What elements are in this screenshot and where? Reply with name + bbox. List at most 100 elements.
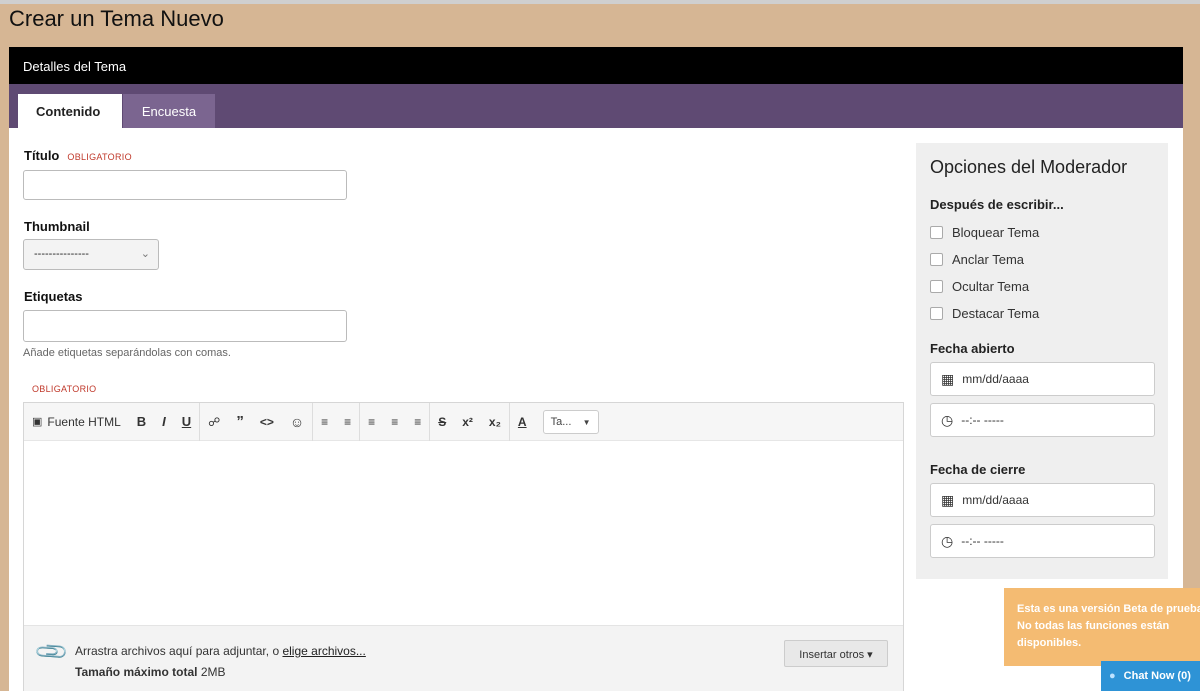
open-date-placeholder: mm/dd/aaaa [962, 372, 1029, 386]
link-button[interactable]: ☍ [200, 403, 228, 441]
source-html-label: Fuente HTML [47, 414, 121, 429]
close-date-label: Fecha de cierre [930, 462, 1026, 477]
quote-button[interactable]: ” [228, 403, 252, 441]
attach-text: Arrastra archivos aquí para adjuntar, o [75, 644, 280, 658]
page-title: Crear un Tema Nuevo [9, 6, 224, 31]
paperclip-icon: 📎 [32, 633, 70, 671]
clock-icon: ◷ [941, 411, 954, 428]
font-size-select[interactable]: Ta... ▼ [542, 409, 599, 434]
emoji-button[interactable]: ☺ [282, 403, 312, 441]
strikethrough-icon: S [438, 414, 447, 429]
numbered-list-icon: ≡ [344, 414, 352, 429]
align-right-button[interactable]: ≡ [406, 403, 429, 441]
top-border [0, 0, 1200, 4]
tab-encuesta[interactable]: Encuesta [123, 94, 215, 128]
tags-label: Etiquetas [24, 289, 83, 304]
smiley-icon: ☺ [289, 413, 305, 430]
pin-topic-label: Anclar Tema [952, 252, 1025, 267]
calendar-icon: ▦ [941, 491, 955, 508]
title-label-text: Título [24, 148, 60, 163]
clock-icon: ◷ [941, 532, 954, 549]
numbered-list-button[interactable]: ≡ [336, 403, 359, 441]
text-color-icon: A [517, 414, 527, 429]
lock-topic-option[interactable]: Bloquear Tema [930, 225, 1039, 240]
hide-topic-option[interactable]: Ocultar Tema [930, 279, 1029, 294]
close-time-input[interactable]: ◷ --:-- ----- [930, 524, 1155, 558]
beta-notice: Esta es una versión Beta de prueba. No t… [1004, 588, 1200, 666]
feature-topic-label: Destacar Tema [952, 306, 1040, 321]
hide-topic-label: Ocultar Tema [952, 279, 1030, 294]
feature-topic-option[interactable]: Destacar Tema [930, 306, 1039, 321]
thumbnail-label: Thumbnail [24, 219, 90, 234]
source-icon: ▣ [32, 416, 43, 428]
bold-icon: B [136, 414, 147, 429]
title-required-tag: OBLIGATORIO [67, 152, 132, 162]
align-center-icon: ≡ [391, 414, 399, 429]
insert-other-button[interactable]: Insertar otros ▾ [784, 640, 888, 667]
tags-input[interactable] [23, 310, 347, 342]
checkbox[interactable] [930, 226, 943, 239]
open-time-input[interactable]: ◷ --:-- ----- [930, 403, 1155, 437]
pin-topic-option[interactable]: Anclar Tema [930, 252, 1024, 267]
subscript-button[interactable]: x₂ [481, 403, 509, 441]
chevron-down-icon: ⌄ [140, 248, 150, 260]
tab-bar: Contenido Encuesta [9, 84, 1183, 128]
thumbnail-select[interactable]: --------------- ⌄ [23, 239, 159, 270]
align-left-button[interactable]: ≡ [360, 403, 383, 441]
close-time-placeholder: --:-- ----- [961, 534, 1004, 548]
choose-files-link[interactable]: elige archivos... [282, 644, 365, 658]
title-input[interactable] [23, 170, 347, 200]
subscript-icon: x₂ [488, 414, 501, 429]
align-center-button[interactable]: ≡ [383, 403, 406, 441]
panel-header: Detalles del Tema [9, 47, 1183, 84]
align-right-icon: ≡ [414, 414, 422, 429]
link-icon: ☍ [208, 414, 221, 429]
italic-icon: I [162, 414, 166, 429]
underline-button[interactable]: U [174, 403, 199, 441]
beta-line-1: Esta es una versión Beta de prueba. [1017, 603, 1200, 615]
underline-icon: U [181, 414, 192, 429]
moderator-title: Opciones del Moderador [930, 157, 1128, 177]
checkbox[interactable] [930, 253, 943, 266]
chat-now-label: Chat Now (0) [1123, 670, 1191, 682]
bullet-list-icon: ≡ [321, 414, 329, 429]
code-button[interactable]: <> [252, 403, 282, 441]
caret-down-icon: ▼ [582, 417, 591, 427]
content-required-tag: OBLIGATORIO [32, 384, 97, 394]
align-left-icon: ≡ [368, 414, 376, 429]
tab-contenido[interactable]: Contenido [18, 94, 122, 128]
open-date-input[interactable]: ▦ mm/dd/aaaa [930, 362, 1155, 396]
source-html-button[interactable]: ▣ Fuente HTML [24, 403, 129, 441]
text-color-button[interactable]: A [510, 403, 535, 441]
code-icon: <> [259, 414, 274, 429]
close-date-input[interactable]: ▦ mm/dd/aaaa [930, 483, 1155, 517]
checkbox[interactable] [930, 280, 943, 293]
rich-text-editor: ▣ Fuente HTML B I U ☍ ” <> ☺ ≡ ≡ ≡ ≡ ≡ S… [23, 402, 904, 691]
chat-now-button[interactable]: ● Chat Now (0) [1101, 661, 1200, 691]
lock-topic-label: Bloquear Tema [952, 225, 1040, 240]
font-size-value: Ta... [550, 415, 572, 428]
quote-icon: ” [236, 413, 244, 430]
attachment-bar: 📎 Arrastra archivos aquí para adjuntar, … [24, 625, 903, 691]
bullet-list-button[interactable]: ≡ [313, 403, 336, 441]
open-time-placeholder: --:-- ----- [961, 413, 1004, 427]
calendar-icon: ▦ [941, 370, 955, 387]
max-size-label: Tamaño máximo total [75, 665, 198, 679]
beta-line-3: disponibles. [1017, 637, 1082, 649]
italic-button[interactable]: I [154, 403, 174, 441]
after-posting-label: Después de escribir... [930, 197, 1064, 212]
bold-button[interactable]: B [129, 403, 154, 441]
editor-toolbar: ▣ Fuente HTML B I U ☍ ” <> ☺ ≡ ≡ ≡ ≡ ≡ S… [24, 402, 903, 441]
attach-instructions: Arrastra archivos aquí para adjuntar, o … [75, 644, 366, 658]
strikethrough-button[interactable]: S [430, 403, 454, 441]
max-size-value: 2MB [200, 665, 226, 679]
superscript-button[interactable]: x² [454, 403, 481, 441]
open-date-label: Fecha abierto [930, 341, 1015, 356]
moderator-options: Opciones del Moderador Después de escrib… [916, 143, 1168, 579]
tags-hint: Añade etiquetas separándolas con comas. [23, 347, 231, 359]
close-date-placeholder: mm/dd/aaaa [962, 493, 1029, 507]
max-size: Tamaño máximo total 2MB [75, 665, 226, 679]
checkbox[interactable] [930, 307, 943, 320]
editor-content-area[interactable] [24, 441, 903, 624]
title-label: Título OBLIGATORIO [24, 148, 132, 163]
